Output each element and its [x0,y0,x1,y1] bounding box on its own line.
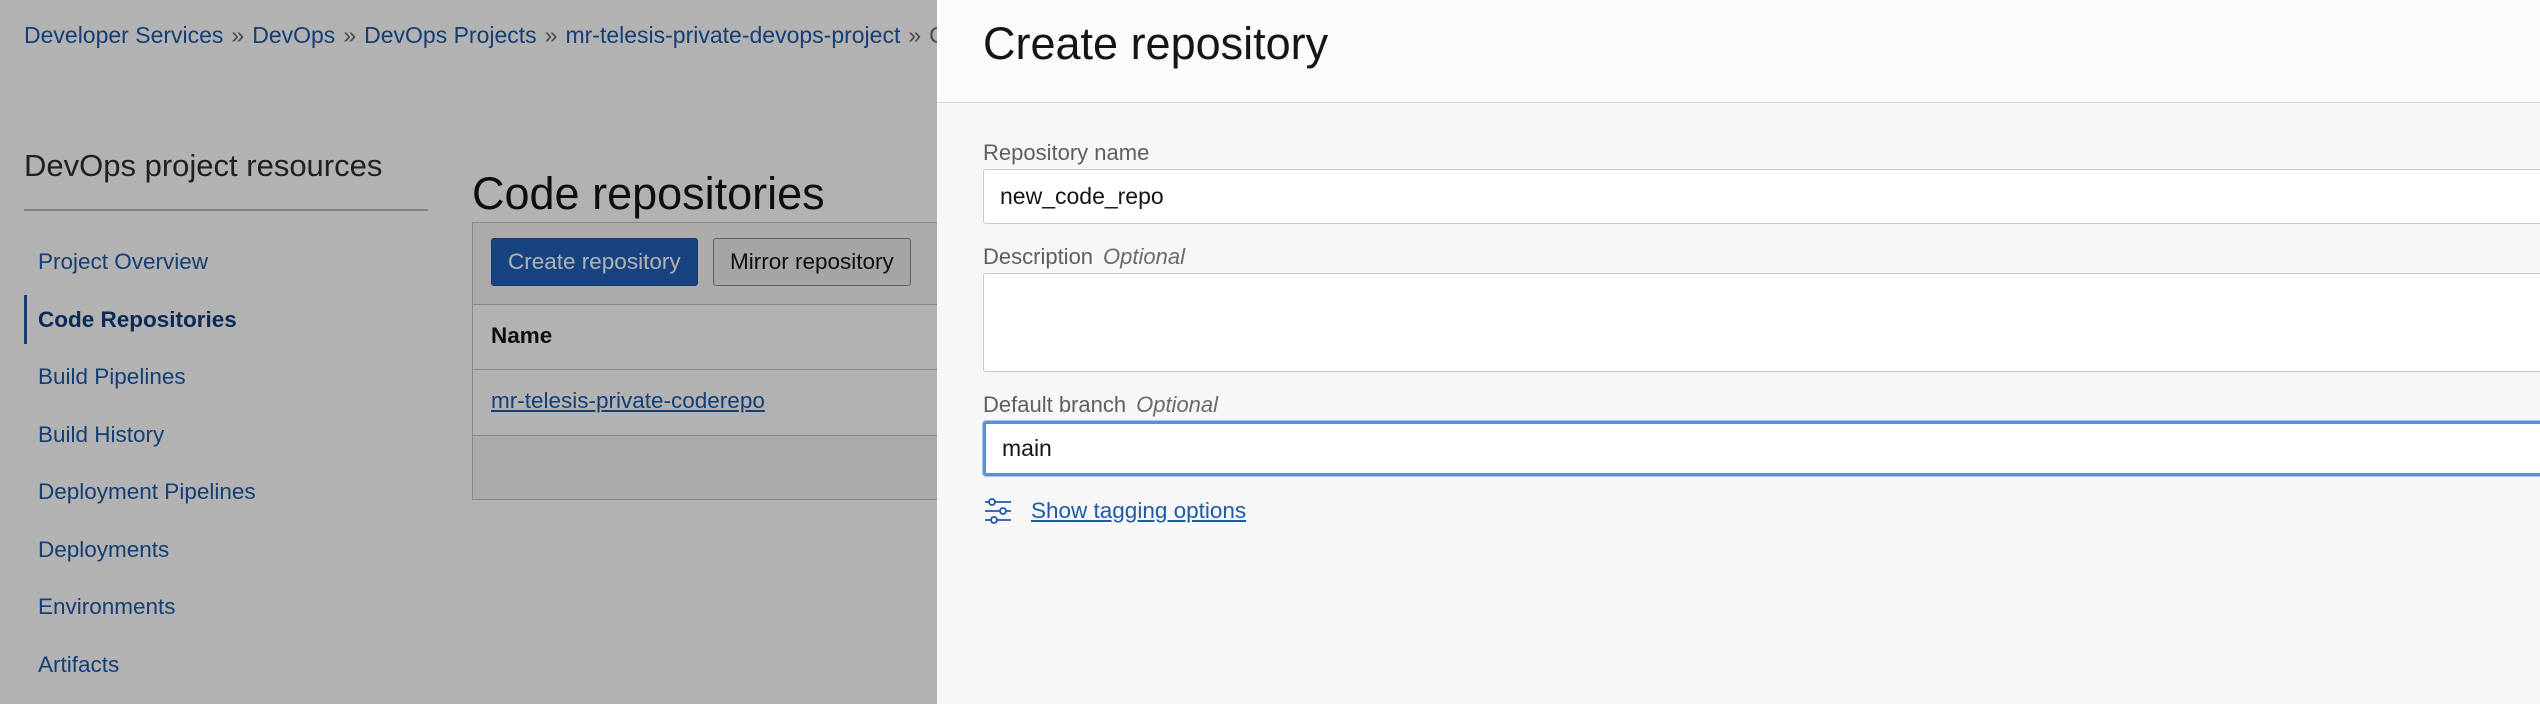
repository-name-label: Repository name [983,140,1149,166]
default-branch-optional-hint: Optional [1136,392,1219,417]
description-label-text: Description [983,244,1094,269]
default-branch-input[interactable] [983,421,2540,476]
tagging-options-row[interactable]: Show tagging options [983,494,1246,528]
default-branch-label: Default branch Optional [983,392,1218,418]
description-optional-hint: Optional [1103,244,1185,269]
drawer-title: Create repository [983,18,1329,69]
repository-name-input[interactable] [983,169,2540,224]
modal-backdrop[interactable] [0,0,937,704]
show-tagging-options-link[interactable]: Show tagging options [1031,498,1246,524]
create-repository-drawer: Create repository Repository name Descri… [937,0,2540,704]
description-label: Description Optional [983,244,1185,270]
description-textarea[interactable] [983,273,2540,372]
sliders-icon [983,496,1013,526]
repository-name-label-text: Repository name [983,140,1150,165]
drawer-header: Create repository [937,0,2540,103]
default-branch-label-text: Default branch [983,392,1127,417]
